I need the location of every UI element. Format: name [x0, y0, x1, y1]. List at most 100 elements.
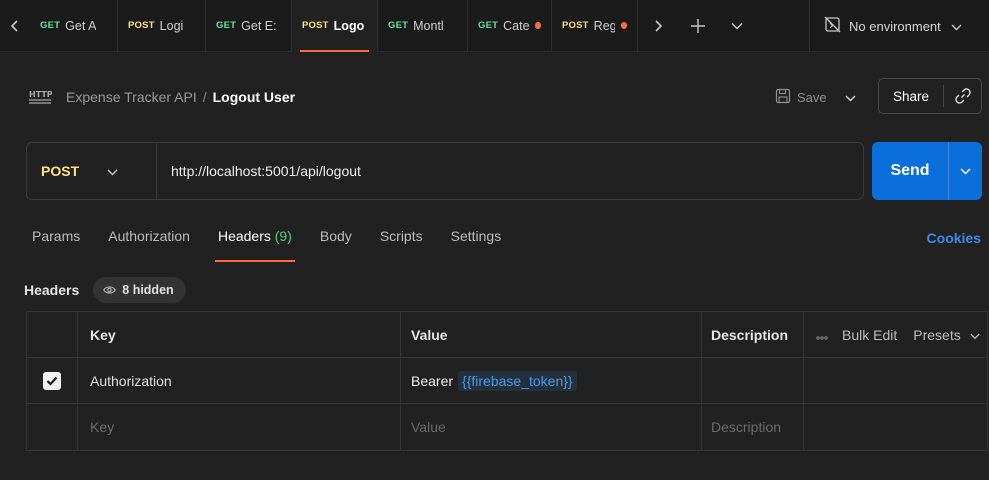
send-button[interactable]: Send — [872, 162, 948, 180]
row-tools-cell — [804, 358, 987, 403]
tab-name: Get A — [65, 18, 97, 33]
no-environment-icon — [824, 16, 841, 36]
table-row-empty: Key Value Description — [27, 404, 987, 450]
header-key-field[interactable]: Authorization — [78, 358, 401, 403]
presets-label: Presets — [913, 326, 961, 343]
table-tools: Bulk Edit Presets — [804, 312, 987, 357]
eye-icon — [103, 286, 117, 294]
checkmark-icon — [46, 376, 58, 386]
tab-montl[interactable]: GET Montl — [378, 0, 468, 52]
presets-dropdown[interactable]: Presets — [913, 326, 980, 343]
method-selector[interactable]: POST — [27, 143, 157, 199]
save-button[interactable]: Save — [797, 90, 827, 105]
tab-headers[interactable]: Headers (9) — [214, 228, 295, 262]
environment-selector[interactable]: No environment — [809, 0, 989, 52]
copy-link-icon[interactable] — [944, 87, 981, 105]
save-group: Save — [775, 82, 856, 112]
table-header-row: Key Value Description Bulk Edit Presets — [27, 312, 987, 358]
column-header-value: Value — [401, 312, 702, 357]
unsaved-indicator — [620, 22, 627, 29]
tab-reg[interactable]: POST Reg — [552, 0, 638, 52]
headers-subheader: Headers 8 hidden — [24, 276, 186, 304]
breadcrumb-collection[interactable]: Expense Tracker API — [66, 89, 197, 105]
open-tabs: GET Get A POST Logi GET Get E: POST Logo GET Mont… — [30, 0, 638, 52]
tab-scripts[interactable]: Scripts — [380, 228, 423, 262]
header-description-field[interactable] — [702, 358, 804, 403]
share-group: Share — [878, 78, 982, 114]
row-checkbox[interactable] — [43, 371, 61, 390]
column-header-description: Description — [702, 312, 804, 357]
url-input[interactable]: http://localhost:5001/api/logout — [157, 163, 361, 179]
tab-label: Scripts — [379, 228, 423, 244]
send-group: Send — [872, 142, 982, 200]
environment-label: No environment — [849, 18, 941, 34]
breadcrumb: Expense Tracker API / Logout User — [66, 89, 295, 105]
tab-name: Montl — [413, 18, 444, 33]
tab-label: Params — [32, 228, 81, 244]
tab-method: POST — [562, 20, 589, 31]
tab-label: Authorization — [108, 228, 190, 244]
tab-settings[interactable]: Settings — [451, 228, 502, 262]
tab-label: Headers — [217, 228, 271, 244]
presets-chevron-icon — [970, 333, 980, 339]
cookies-link[interactable]: Cookies — [927, 230, 981, 246]
tab-method: GET — [40, 20, 61, 31]
save-options-chevron-icon[interactable] — [845, 90, 856, 105]
breadcrumb-separator: / — [202, 89, 207, 105]
headers-title: Headers — [24, 282, 80, 298]
tab-name: Categ — [503, 18, 530, 33]
tab-name: Logi — [159, 18, 184, 33]
variable-token[interactable]: {{firebase_token}} — [458, 370, 577, 391]
url-bar: POST http://localhost:5001/api/logout — [26, 142, 864, 200]
request-tabs: Params Authorization Headers (9) Body Script… — [32, 228, 529, 262]
tab-body[interactable]: Body — [320, 228, 352, 262]
tab-get-a[interactable]: GET Get A — [30, 0, 118, 52]
header-value-field[interactable]: Bearer {{firebase_token}} — [401, 358, 702, 403]
method-chevron-icon — [107, 164, 118, 179]
tab-method: GET — [388, 20, 409, 31]
value-prefix: Bearer — [411, 372, 454, 389]
empty-checkbox-cell — [27, 404, 78, 450]
tab-count: (9) — [274, 228, 292, 244]
tab-scroll-left-icon[interactable] — [0, 0, 30, 52]
save-icon[interactable] — [775, 88, 791, 107]
new-tab-icon[interactable] — [678, 0, 718, 52]
unsaved-indicator — [535, 22, 541, 29]
tab-scroll-right-icon[interactable] — [638, 0, 678, 52]
table-row: Authorization Bearer {{firebase_token}} — [27, 358, 987, 404]
empty-tools-cell — [804, 404, 987, 450]
column-header-check — [27, 312, 78, 357]
tab-name: Logo — [333, 18, 365, 33]
tab-name: Get E: — [241, 18, 277, 33]
tab-params[interactable]: Params — [32, 228, 80, 262]
hidden-headers-toggle[interactable]: 8 hidden — [93, 277, 186, 303]
headers-table: Key Value Description Bulk Edit Presets … — [26, 311, 988, 451]
tab-label: Settings — [450, 228, 502, 244]
more-options-icon[interactable] — [816, 327, 828, 343]
column-header-key: Key — [78, 312, 401, 357]
hidden-headers-label: 8 hidden — [122, 283, 174, 297]
tab-get-e[interactable]: GET Get E: — [206, 0, 292, 52]
share-button[interactable]: Share — [879, 89, 943, 104]
send-options-chevron-icon[interactable] — [949, 167, 982, 175]
tab-logo[interactable]: POST Logo — [292, 0, 378, 52]
svg-text:HTTP: HTTP — [29, 90, 52, 99]
environment-chevron-icon — [951, 19, 962, 34]
method-label: POST — [41, 163, 80, 179]
request-tab-bar: GET Get A POST Logi GET Get E: POST Logo GET Mont… — [0, 0, 989, 52]
tab-categ[interactable]: GET Categ — [468, 0, 552, 52]
bulk-edit-button[interactable]: Bulk Edit — [842, 327, 897, 343]
tab-authorization[interactable]: Authorization — [108, 228, 190, 262]
tab-name: Reg — [593, 18, 615, 33]
http-request-icon: HTTP — [28, 86, 53, 109]
new-value-input[interactable]: Value — [401, 404, 702, 450]
tab-list-chevron-icon[interactable] — [718, 0, 756, 52]
tab-method: GET — [478, 20, 499, 31]
breadcrumb-current[interactable]: Logout User — [213, 89, 295, 105]
tab-method: POST — [302, 20, 329, 31]
tab-method: POST — [128, 20, 155, 31]
tab-method: GET — [216, 20, 237, 31]
tab-logi[interactable]: POST Logi — [118, 0, 206, 52]
new-key-input[interactable]: Key — [78, 404, 401, 450]
new-description-input[interactable]: Description — [702, 404, 804, 450]
